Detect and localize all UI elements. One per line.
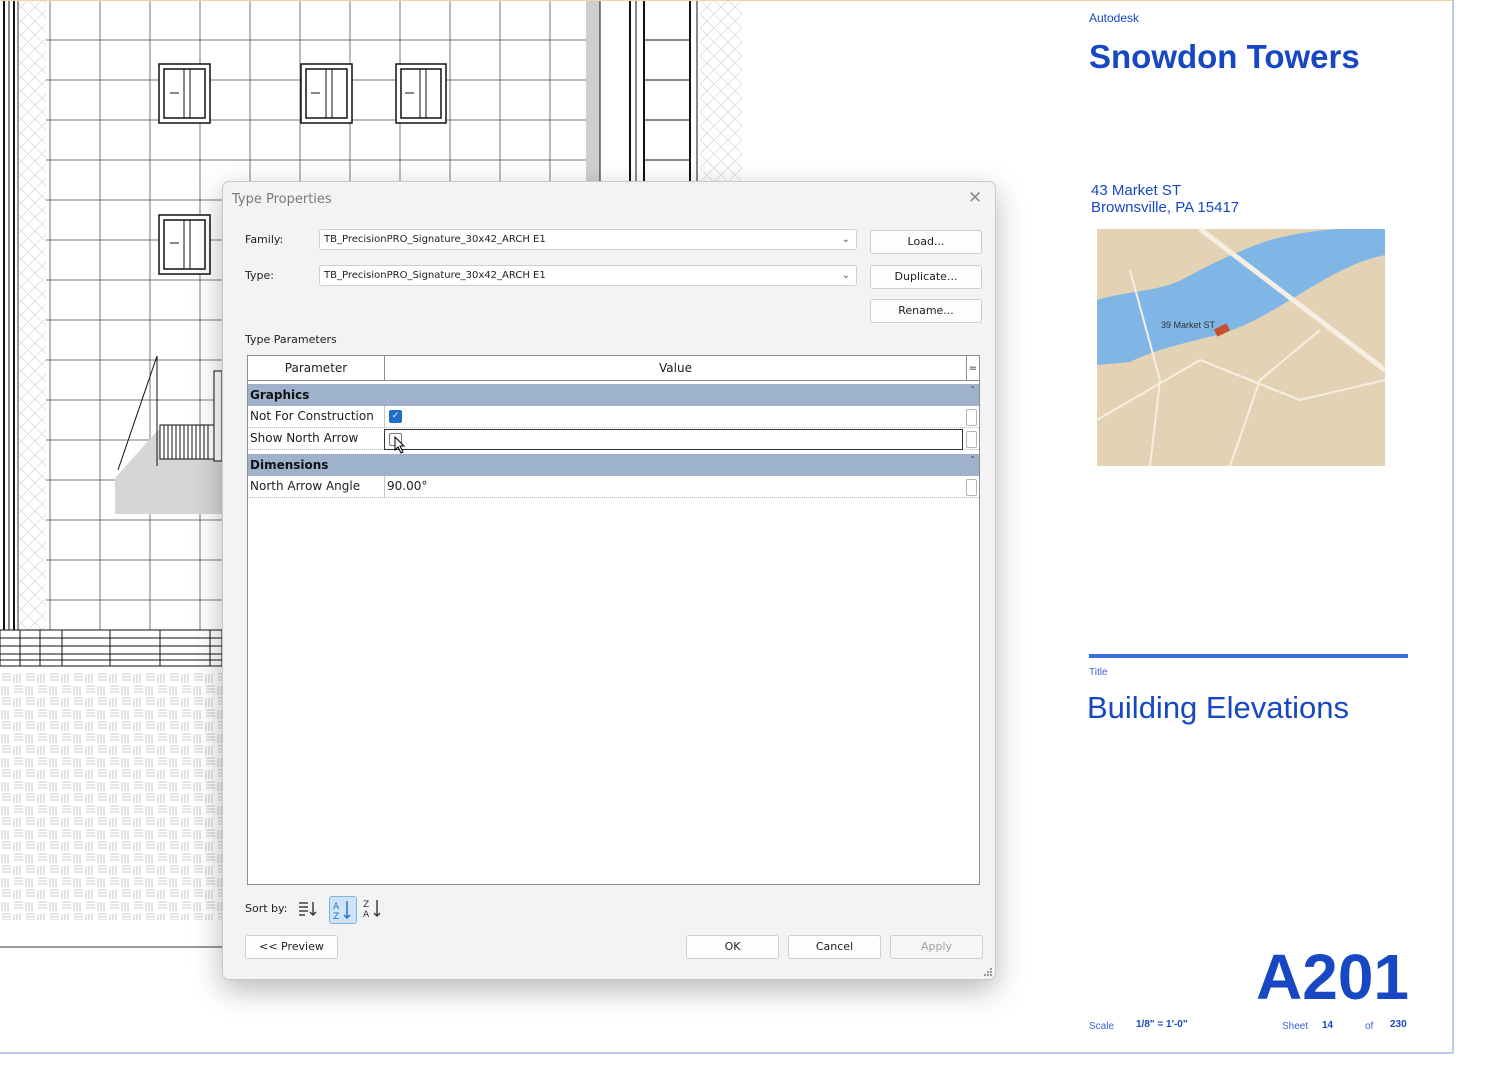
apply-button[interactable]: Apply xyxy=(890,935,983,959)
svg-text:A: A xyxy=(363,910,370,919)
resize-grip-icon[interactable] xyxy=(983,967,993,977)
parameter-column-header[interactable]: Parameter xyxy=(248,356,385,381)
value-column-header[interactable]: Value xyxy=(385,356,967,381)
group-graphics[interactable]: Graphics ˆ xyxy=(248,384,979,406)
param-name: Show North Arrow xyxy=(250,431,359,445)
family-select[interactable]: TB_PrecisionPRO_Signature_30x42_ARCH E1 … xyxy=(319,229,857,250)
column-options-icon[interactable]: = xyxy=(967,356,979,381)
company-name: Autodesk xyxy=(1089,11,1140,25)
type-value: TB_PrecisionPRO_Signature_30x42_ARCH E1 xyxy=(324,270,546,281)
north-arrow-angle-value[interactable]: 90.00° xyxy=(387,476,427,497)
load-button[interactable]: Load... xyxy=(870,230,982,254)
row-scroll-handle xyxy=(966,431,977,448)
collapse-icon[interactable]: ˆ xyxy=(970,381,975,403)
param-value-cell[interactable]: 90.00° xyxy=(384,476,965,497)
sort-by-label: Sort by: xyxy=(245,902,288,915)
sheet-number: A201 xyxy=(1256,941,1409,1013)
param-row-not-for-construction: Not For Construction ✓ xyxy=(248,406,979,428)
row-scroll-handle xyxy=(966,479,977,496)
family-label: Family: xyxy=(245,233,284,246)
collapse-icon[interactable]: ˆ xyxy=(970,451,975,473)
param-name: North Arrow Angle xyxy=(250,479,361,493)
close-icon[interactable]: ✕ xyxy=(965,188,985,208)
type-properties-dialog: Type Properties ✕ Family: TB_PrecisionPR… xyxy=(222,181,996,980)
type-label: Type: xyxy=(245,269,274,282)
chevron-down-icon: ⌄ xyxy=(841,234,850,245)
mouse-cursor-icon xyxy=(394,436,406,454)
param-value-cell[interactable]: ✓ xyxy=(384,406,965,427)
location-map: 39 Market ST xyxy=(1096,227,1387,467)
preview-button[interactable]: << Preview xyxy=(245,935,338,959)
group-dimensions[interactable]: Dimensions ˆ xyxy=(248,454,979,476)
svg-text:Z: Z xyxy=(363,900,369,910)
sheet-title: Building Elevations xyxy=(1087,690,1349,725)
svg-text:A: A xyxy=(333,902,340,912)
parameters-grid: Parameter Value = Graphics ˆ Not For Con… xyxy=(247,355,980,885)
svg-text:Z: Z xyxy=(333,912,339,922)
title-label: Title xyxy=(1089,667,1108,678)
sheet-label: Sheet xyxy=(1282,1021,1309,1032)
chevron-down-icon: ⌄ xyxy=(841,270,850,281)
address-line-1: 43 Market ST xyxy=(1091,182,1182,199)
sheet-index: 14 xyxy=(1322,1020,1334,1031)
map-label: 39 Market ST xyxy=(1161,320,1216,330)
of-label: of xyxy=(1365,1021,1374,1032)
project-name: Snowdon Towers xyxy=(1089,38,1360,75)
cancel-button[interactable]: Cancel xyxy=(788,935,881,959)
row-scroll-handle xyxy=(966,409,977,426)
sheet-total: 230 xyxy=(1390,1019,1407,1030)
scale-value: 1/8" = 1'-0" xyxy=(1136,1019,1188,1030)
type-select[interactable]: TB_PrecisionPRO_Signature_30x42_ARCH E1 … xyxy=(319,265,857,286)
param-name: Not For Construction xyxy=(250,409,374,423)
sort-ascending-icon[interactable]: AZ xyxy=(329,896,357,924)
group-graphics-label: Graphics xyxy=(250,388,310,402)
scale-label: Scale xyxy=(1089,1021,1115,1032)
dialog-title: Type Properties xyxy=(232,192,332,207)
param-value-cell[interactable] xyxy=(384,429,963,454)
param-row-north-arrow-angle: North Arrow Angle 90.00° xyxy=(248,476,979,498)
group-dimensions-label: Dimensions xyxy=(250,458,329,472)
type-parameters-label: Type Parameters xyxy=(245,333,337,346)
ok-button[interactable]: OK xyxy=(686,935,779,959)
rename-button[interactable]: Rename... xyxy=(870,299,982,323)
family-value: TB_PrecisionPRO_Signature_30x42_ARCH E1 xyxy=(324,234,546,245)
duplicate-button[interactable]: Duplicate... xyxy=(870,265,982,289)
address-line-2: Brownsville, PA 15417 xyxy=(1091,199,1240,216)
param-row-show-north-arrow: Show North Arrow xyxy=(248,428,979,454)
sort-grouped-icon[interactable] xyxy=(296,897,318,919)
sort-descending-icon[interactable]: ZA xyxy=(362,897,384,920)
not-for-construction-checkbox[interactable]: ✓ xyxy=(389,410,402,423)
